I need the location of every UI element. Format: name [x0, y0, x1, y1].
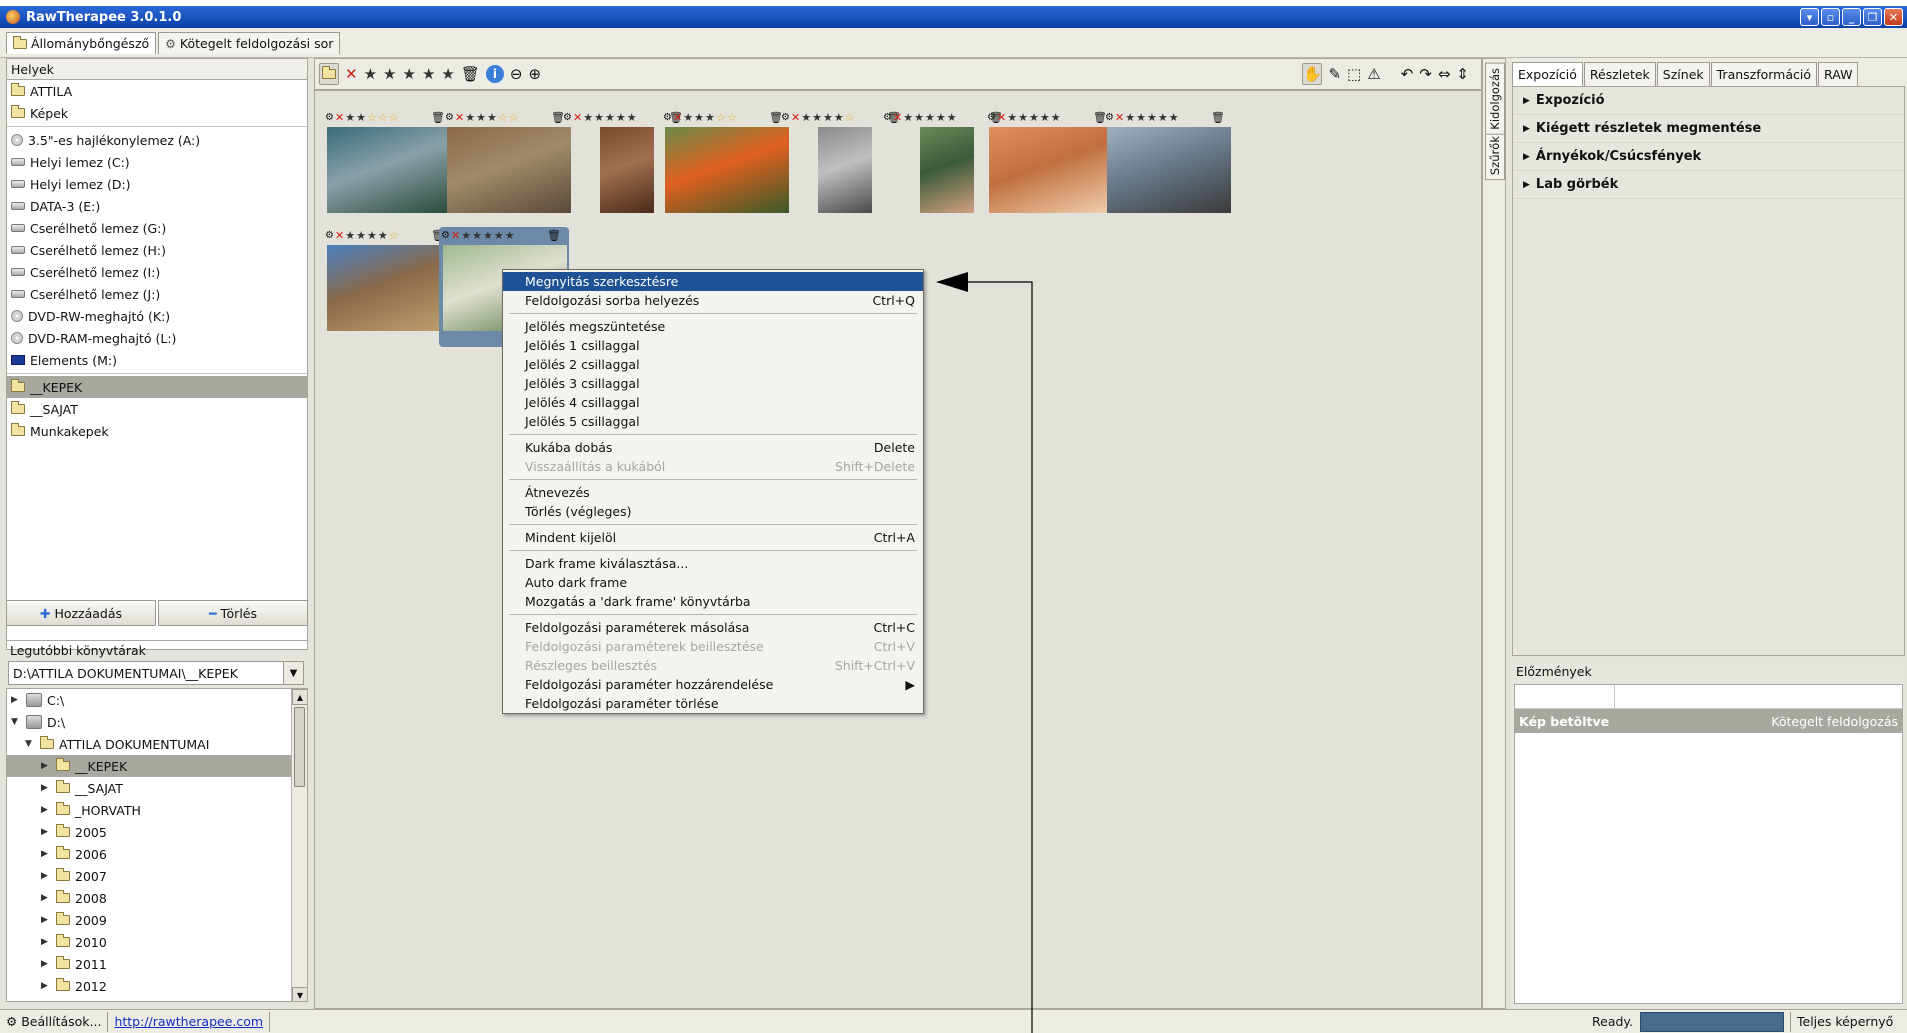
app-window: RawTherapee 3.0.1.0 ▾ ▫ _ ❐ ✕ Állománybő…: [0, 0, 1907, 1033]
annotation-arrow: [936, 272, 1033, 1033]
